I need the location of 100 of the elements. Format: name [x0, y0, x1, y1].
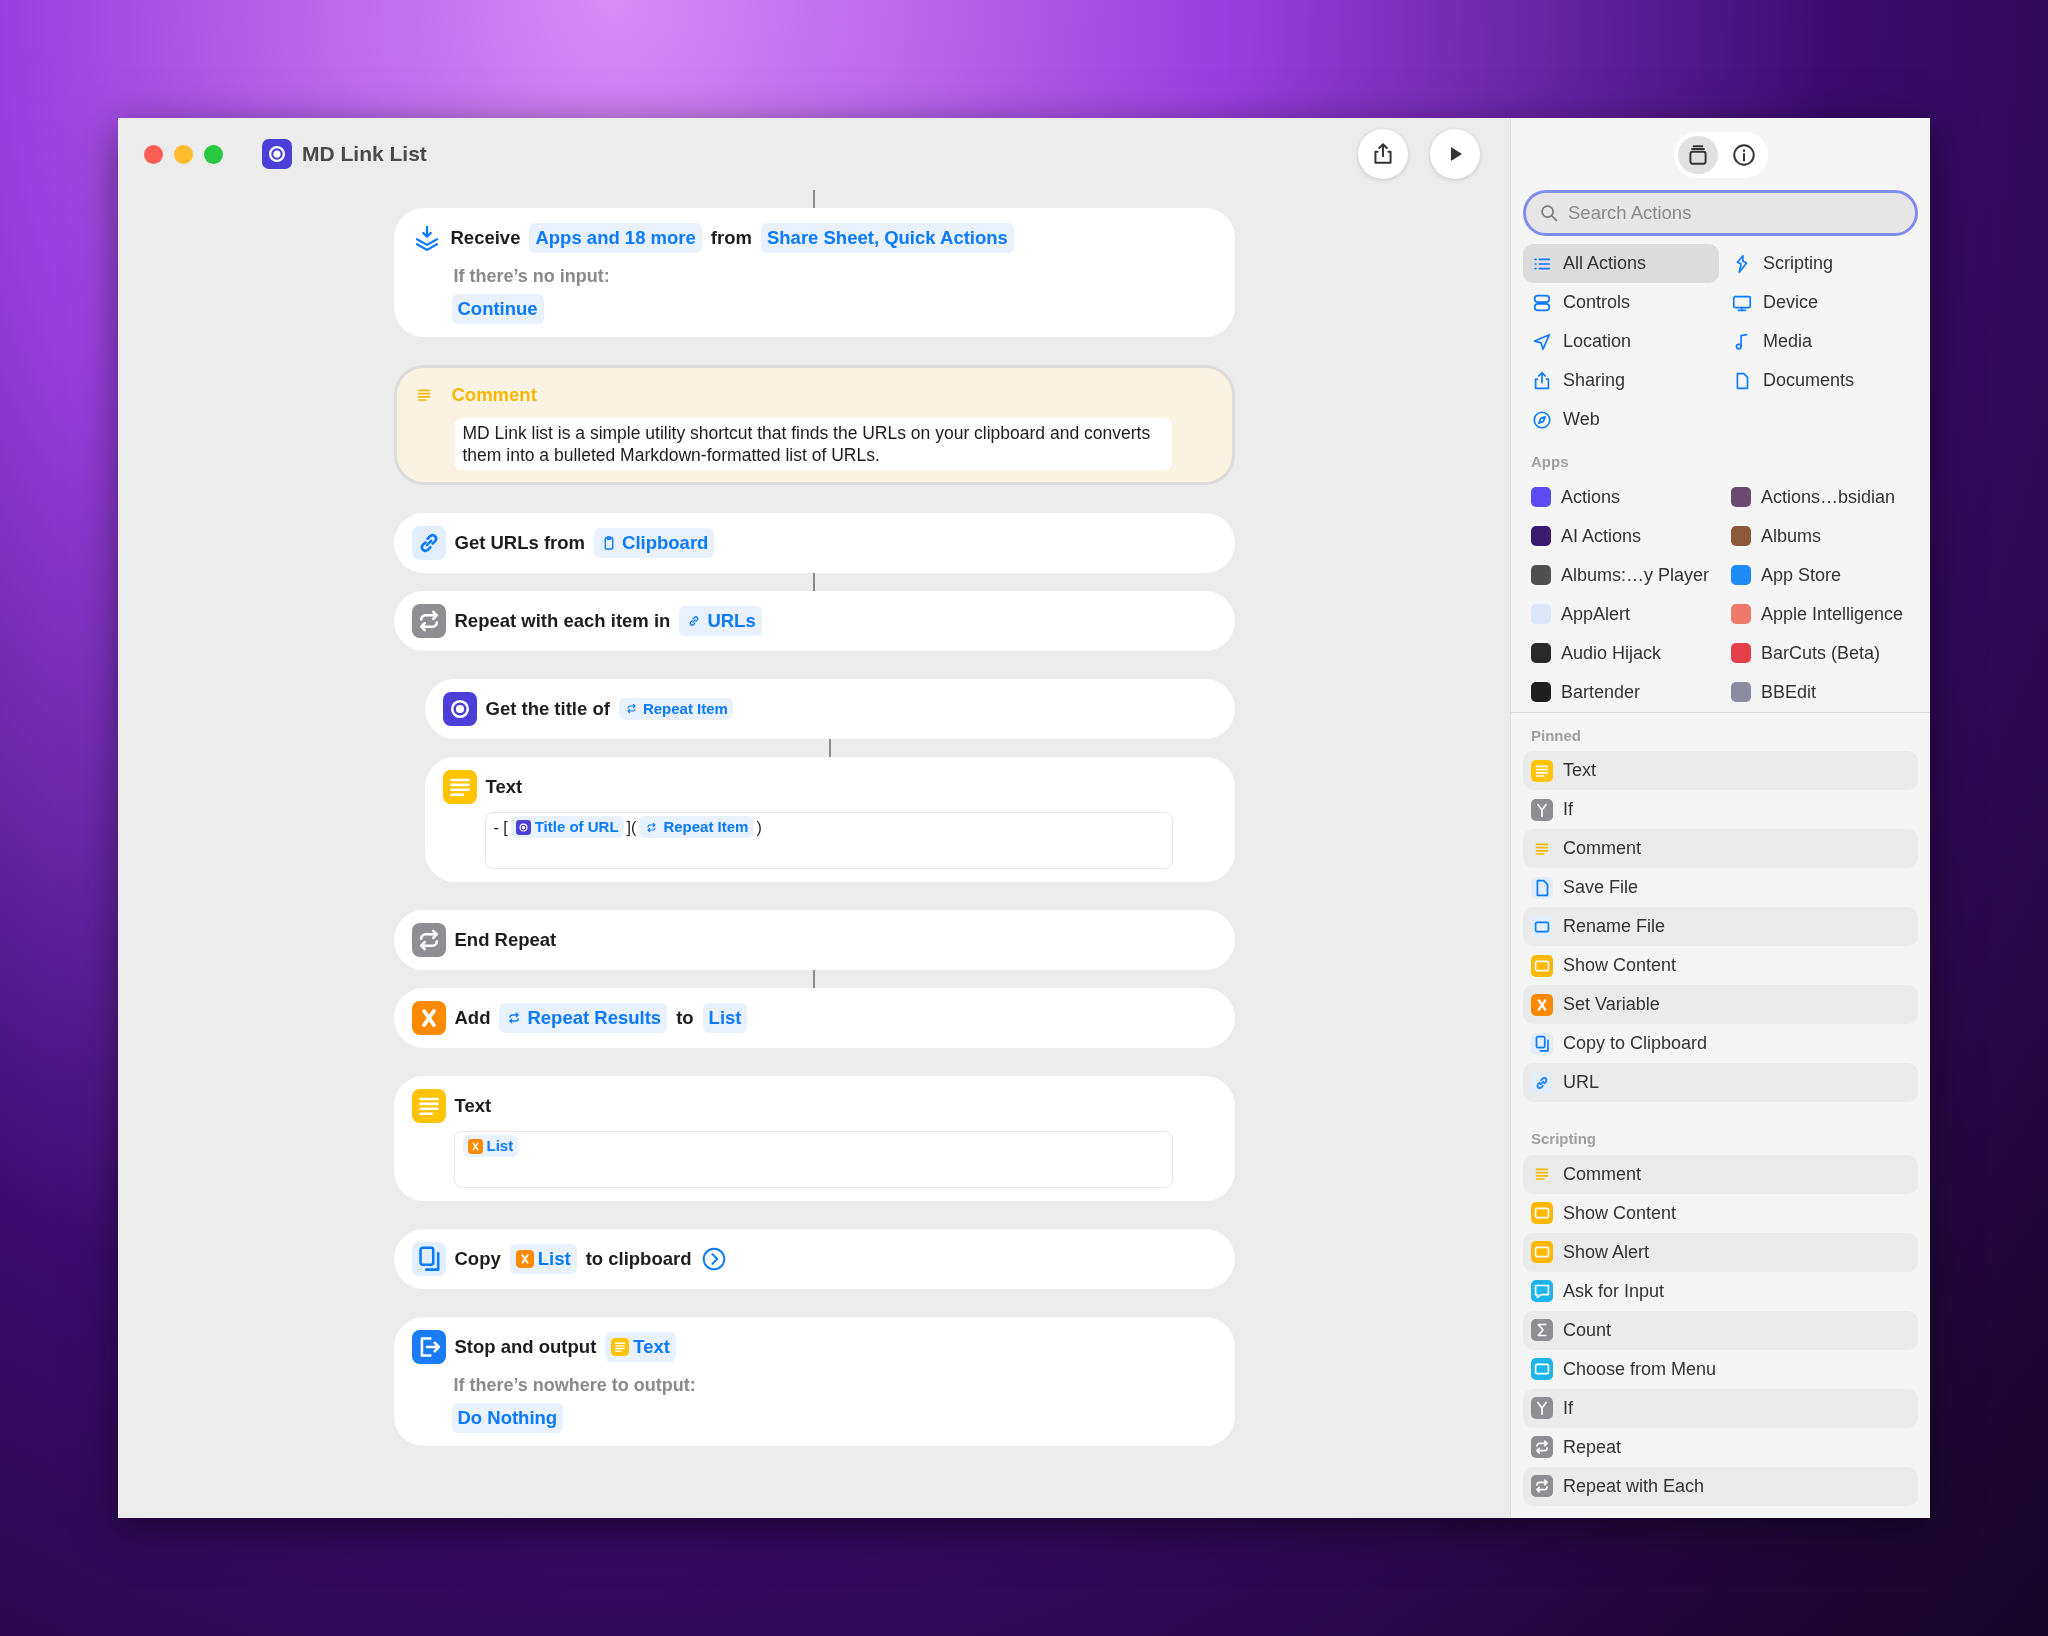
variable-token[interactable]: Repeat Item: [618, 697, 733, 720]
fallback-option[interactable]: Do Nothing: [451, 1402, 564, 1433]
text-lines-icon: [1531, 759, 1553, 782]
category-item[interactable]: Location: [1523, 322, 1719, 361]
app-item[interactable]: AI Actions: [1523, 516, 1719, 556]
category-item[interactable]: Sharing: [1523, 361, 1719, 400]
variable-token[interactable]: Text: [605, 1331, 676, 1362]
action-list-item[interactable]: Comment: [1523, 829, 1918, 868]
more-button[interactable]: [700, 1245, 727, 1272]
library-tab[interactable]: [1677, 136, 1718, 174]
text-field[interactable]: List: [453, 1130, 1173, 1188]
alert-icon: [1531, 1241, 1553, 1263]
action-label: to: [676, 1005, 694, 1030]
action-label: Stop and output: [454, 1334, 597, 1359]
action-list-item[interactable]: Set Variable: [1523, 985, 1918, 1024]
repeat-arrows-icon: [1531, 1436, 1553, 1458]
info-icon: [1730, 142, 1757, 168]
action-list-item[interactable]: Choose from Menu: [1523, 1349, 1918, 1389]
app-item[interactable]: Albums:…y Player: [1523, 555, 1719, 595]
action-label: to clipboard: [585, 1246, 692, 1271]
app-item[interactable]: Actions…bsidian: [1723, 477, 1918, 517]
category-item[interactable]: Web: [1523, 400, 1719, 439]
action-list-item[interactable]: Ask for Input: [1523, 1271, 1918, 1311]
menu-icon: [1531, 1358, 1553, 1380]
window-icon: [1531, 954, 1553, 977]
action-list-item[interactable]: Count: [1523, 1310, 1918, 1350]
category-item[interactable]: Documents: [1723, 361, 1918, 400]
app-item[interactable]: Actions: [1523, 477, 1719, 517]
exit-icon: [411, 1329, 446, 1364]
action-list-item[interactable]: If: [1523, 1388, 1918, 1428]
action-label: Receive: [450, 226, 521, 251]
action-list-item[interactable]: Show Content: [1523, 1193, 1918, 1233]
window-title: MD Link List: [302, 141, 427, 168]
compass-icon: [1531, 408, 1553, 431]
documents-icon: [1531, 1032, 1553, 1055]
app-item[interactable]: Albums: [1723, 516, 1918, 556]
run-button[interactable]: [1430, 129, 1480, 179]
action-list-item[interactable]: URL: [1523, 1063, 1918, 1102]
app-item[interactable]: BarCuts (Beta): [1723, 633, 1918, 673]
section-header: Pinned: [1530, 725, 1582, 746]
search-input[interactable]: Search Actions: [1566, 198, 1903, 228]
app-item[interactable]: Apple Intelligence: [1723, 594, 1918, 634]
search-icon: [1538, 202, 1560, 224]
app-item[interactable]: AppAlert: [1523, 594, 1719, 634]
action-list-item[interactable]: Repeat with Each: [1523, 1466, 1918, 1506]
variable-token[interactable]: List: [462, 1134, 519, 1158]
category-item[interactable]: Device: [1723, 283, 1918, 322]
variable-token[interactable]: Repeat Item: [639, 815, 754, 839]
app-item[interactable]: App Store: [1723, 555, 1918, 595]
text-content: ): [756, 817, 762, 838]
app-item[interactable]: Audio Hijack: [1523, 633, 1719, 673]
text-lines-icon: [442, 769, 477, 804]
category-item[interactable]: Controls: [1523, 283, 1719, 322]
variable-token[interactable]: Title of URL: [510, 815, 624, 839]
app-icon: [442, 691, 477, 726]
action-list-item[interactable]: Save File: [1523, 868, 1918, 907]
action-label: End Repeat: [454, 927, 557, 952]
parameter-token[interactable]: List: [702, 1002, 748, 1033]
share-button[interactable]: [1358, 129, 1408, 179]
comment-text: MD Link list is a simple utility shortcut that finds the URLs on your clipboard and converts them into a bulleted Markdown-formatted list of URLs.: [454, 417, 1172, 470]
speech-bubble-icon: [1531, 1280, 1553, 1302]
clipboard-token[interactable]: Clipboard: [594, 527, 715, 558]
variable-token[interactable]: List: [509, 1243, 577, 1274]
text-content: ](: [626, 817, 637, 838]
action-list-item[interactable]: Show Content: [1523, 946, 1918, 985]
variable-token[interactable]: Repeat Results: [499, 1002, 668, 1033]
action-label: from: [710, 226, 752, 251]
action-label: Text: [485, 774, 523, 799]
fallback-option[interactable]: Continue: [451, 294, 544, 324]
search-field[interactable]: Search Actions: [1523, 190, 1918, 236]
action-list-item[interactable]: Show Alert: [1523, 1232, 1918, 1272]
action-list-item[interactable]: Rename File: [1523, 907, 1918, 946]
variable-token[interactable]: URLs: [679, 605, 762, 636]
text-field[interactable]: - [ Title of URL ]( Repeat Item ): [484, 811, 1173, 869]
variable-icon: [411, 1000, 446, 1035]
documents-icon: [411, 1241, 446, 1276]
action-list-item[interactable]: Comment: [1523, 1154, 1918, 1194]
app-item[interactable]: Bartender: [1523, 672, 1719, 712]
section-header: Scripting: [1530, 1129, 1597, 1149]
action-list-item[interactable]: Text: [1523, 751, 1918, 790]
category-item[interactable]: Media: [1723, 322, 1918, 361]
category-item[interactable]: All Actions: [1523, 244, 1719, 283]
link-icon: [1531, 1071, 1553, 1094]
action-list-item[interactable]: Copy to Clipboard: [1523, 1024, 1918, 1063]
variable-icon: [1531, 993, 1553, 1016]
repeat-arrows-icon: [1531, 1475, 1553, 1497]
fallback-label: If there’s no input:: [453, 265, 611, 288]
action-label: Get URLs from: [454, 530, 586, 555]
app-icon: [262, 139, 292, 169]
app-icon: [515, 819, 531, 835]
sigma-icon: [1531, 1319, 1553, 1341]
action-list-item[interactable]: If: [1523, 790, 1918, 829]
app-item[interactable]: BBEdit: [1723, 672, 1918, 712]
action-list-item[interactable]: Repeat: [1523, 1427, 1918, 1467]
branch-icon: [1531, 1397, 1553, 1419]
parameter-token[interactable]: Apps and 18 more: [529, 223, 702, 253]
category-item[interactable]: Scripting: [1723, 244, 1918, 283]
action-label: Text: [454, 1093, 492, 1118]
close-button[interactable]: [144, 144, 163, 164]
parameter-token[interactable]: Share Sheet, Quick Actions: [760, 223, 1014, 253]
